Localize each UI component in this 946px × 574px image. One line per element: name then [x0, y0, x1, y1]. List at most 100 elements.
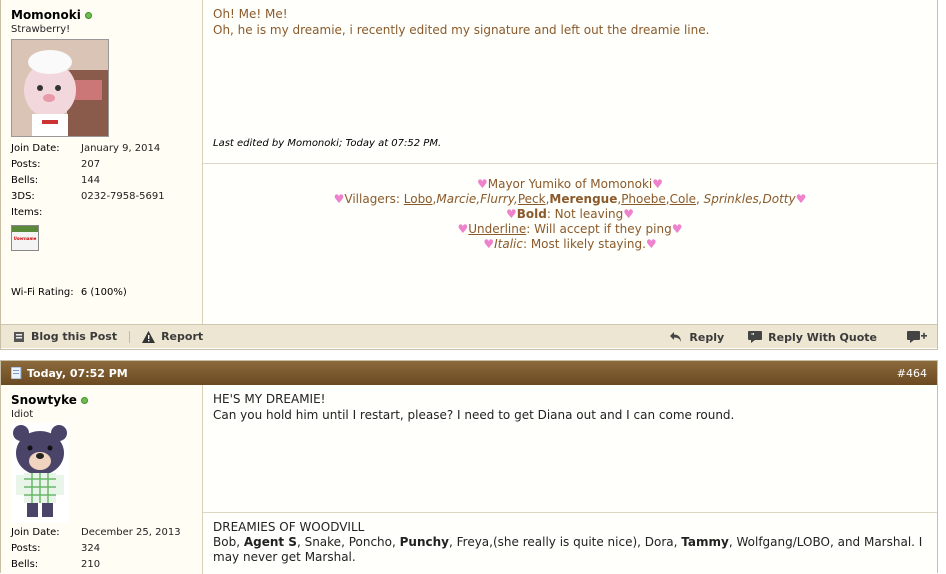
heart-icon: ♥ — [652, 177, 664, 191]
user-info-panel: Momonoki Strawberry! Join Date: January … — [1, 0, 203, 324]
blog-icon — [14, 331, 24, 342]
villager-phoebe: Phoebe — [621, 192, 666, 206]
post-date: Today, 07:52 PM — [27, 366, 128, 380]
reply-button[interactable]: Reply — [657, 331, 736, 344]
stat-bells: Bells: 210 — [11, 559, 101, 570]
online-status-icon — [80, 396, 88, 404]
post-header: Today, 07:52 PM #464 — [1, 361, 937, 385]
stat-join-date: Join Date: December 25, 2013 — [11, 527, 181, 538]
heart-icon: ♥ — [671, 222, 683, 236]
reply-with-quote-button[interactable]: " Reply With Quote — [736, 331, 889, 344]
heart-icon: ♥ — [645, 237, 657, 251]
sig-italic-line: ♥Italic: Most likely staying.♥ — [203, 237, 937, 252]
signature: ♥Mayor Yumiko of Momonoki♥ ♥Villagers: L… — [203, 163, 937, 324]
villager-merengue: Merengue — [549, 192, 618, 206]
reply-with-quote-label: Reply With Quote — [768, 330, 877, 344]
signature: DREAMIES OF WOODVILL Bob, Agent S, Snake… — [203, 512, 937, 574]
sig-bold-2: Punchy — [399, 535, 449, 549]
blog-post-button[interactable]: Blog this Post — [1, 330, 129, 343]
username-link[interactable]: Snowtyke — [11, 393, 77, 407]
sig-dreamies-list: Bob, Agent S, Snake, Poncho, Punchy, Fre… — [213, 535, 927, 565]
avatar[interactable] — [11, 39, 109, 137]
user-info-panel: Snowtyke Idiot Join Date: December 25, 2… — [1, 385, 203, 574]
sig-bold-3: Tammy — [681, 535, 729, 549]
report-button[interactable]: Report — [130, 330, 215, 343]
username-link[interactable]: Momonoki — [11, 8, 81, 22]
stat-posts: Posts: 324 — [11, 543, 101, 554]
villager-lobo: Lobo — [403, 192, 433, 206]
heart-icon: ♥ — [795, 192, 807, 206]
blog-post-label: Blog this Post — [31, 330, 118, 343]
sig-bold-label: Bold — [516, 207, 547, 221]
signature-text: ♥Mayor Yumiko of Momonoki♥ ♥Villagers: L… — [203, 164, 937, 252]
multi-quote-button[interactable] — [889, 331, 937, 343]
sig-underline-text: : Will accept if they ping — [526, 222, 672, 236]
username-row: Momonoki — [11, 8, 192, 22]
stat-join-date: Join Date: January 9, 2014 — [11, 143, 161, 154]
item-badge[interactable]: Username — [11, 225, 39, 251]
sig-mayor: Mayor Yumiko of Momonoki — [487, 177, 653, 191]
sig-underline-label: Underline — [468, 222, 527, 236]
post-date-area: Today, 07:52 PM — [11, 367, 128, 380]
avatar-image — [12, 40, 108, 136]
quote-icon: " — [748, 331, 763, 343]
user-stats: Join Date: December 25, 2013 Posts: 324 Be… — [11, 525, 192, 573]
sig-bold-text: : Not leaving — [546, 207, 624, 221]
heart-icon: ♥ — [483, 237, 495, 251]
user-title: Strawberry! — [11, 24, 71, 35]
post-number-link[interactable]: #464 — [897, 367, 927, 380]
sig-part-2: , Snake, Poncho, — [296, 535, 400, 549]
multi-quote-icon — [907, 331, 927, 343]
post-1: Momonoki Strawberry! Join Date: January … — [0, 0, 938, 350]
reply-label: Reply — [689, 330, 725, 344]
signature-text: DREAMIES OF WOODVILL Bob, Agent S, Snake… — [203, 513, 937, 572]
heart-icon: ♥ — [623, 207, 635, 221]
stat-posts: Posts: 207 — [11, 159, 101, 170]
avatar-image — [13, 425, 67, 517]
wifi-rating: Wi-Fi Rating: 6 (100%) — [11, 285, 127, 301]
villager-cole: Cole — [669, 192, 697, 206]
message-line-1: Oh! Me! Me! — [213, 7, 288, 21]
stat-3ds: 3DS: 0232-7958-5691 — [11, 191, 165, 202]
sig-bold-line: ♥Bold: Not leaving♥ — [203, 207, 937, 222]
post-2: Today, 07:52 PM #464 Snowtyke Idiot Join… — [0, 360, 938, 574]
heart-icon: ♥ — [457, 222, 469, 236]
post-document-icon — [11, 367, 22, 379]
villagers-italic-2: Sprinkles,Dotty — [703, 192, 796, 206]
username-row: Snowtyke — [11, 393, 192, 407]
sig-underline-line: ♥Underline: Will accept if they ping♥ — [203, 222, 937, 237]
user-title: Idiot — [11, 409, 34, 420]
sig-villagers-line: ♥Villagers: Lobo,Marcie,Flurry,Peck,Mere… — [333, 192, 807, 206]
sig-italic-label: Italic — [494, 237, 523, 251]
report-label: Report — [161, 330, 204, 343]
online-status-icon — [84, 11, 92, 19]
sig-part-3: , Freya,(she really is quite nice), Dora… — [448, 535, 682, 549]
post-footer: Blog this Post Report Reply " Reply With… — [1, 324, 937, 348]
heart-icon: ♥ — [476, 177, 488, 191]
post-message: Oh! Me! Me! Oh, he is my dreamie, i rece… — [203, 0, 937, 44]
last-edited-note: Last edited by Momonoki; Today at 07:52 … — [213, 138, 442, 149]
heart-icon: ♥ — [333, 192, 345, 206]
villagers-italic-1: Marcie,Flurry, — [436, 192, 518, 206]
post-separator — [0, 350, 946, 360]
stat-items: Items: — [11, 207, 43, 218]
post-content: Oh! Me! Me! Oh, he is my dreamie, i rece… — [203, 0, 937, 324]
message-line-1: HE'S MY DREAMIE! — [213, 392, 326, 406]
message-line-2: Oh, he is my dreamie, i recently edited … — [213, 23, 710, 37]
sig-villagers-label: Villagers: — [344, 192, 400, 206]
wifi-rating-label: Wi-Fi Rating: — [11, 287, 74, 298]
reply-arrow-icon — [670, 332, 682, 342]
warning-icon — [142, 330, 156, 343]
wifi-rating-value: 6 (100%) — [80, 287, 127, 298]
svg-text:": " — [751, 332, 755, 340]
message-line-2: Can you hold him until I restart, please… — [213, 408, 735, 422]
user-stats: Join Date: January 9, 2014 Posts: 207 Bell… — [11, 141, 192, 221]
villager-peck: Peck — [517, 192, 546, 206]
avatar[interactable] — [11, 423, 69, 523]
item-badge-label: Username — [13, 236, 37, 241]
post-message: HE'S MY DREAMIE! Can you hold him until … — [203, 385, 937, 429]
sig-italic-text: : Most likely staying. — [522, 237, 646, 251]
item-badge-top — [12, 226, 38, 232]
sig-mayor-line: ♥Mayor Yumiko of Momonoki♥ — [203, 177, 937, 192]
sig-title: DREAMIES OF WOODVILL — [213, 520, 365, 534]
